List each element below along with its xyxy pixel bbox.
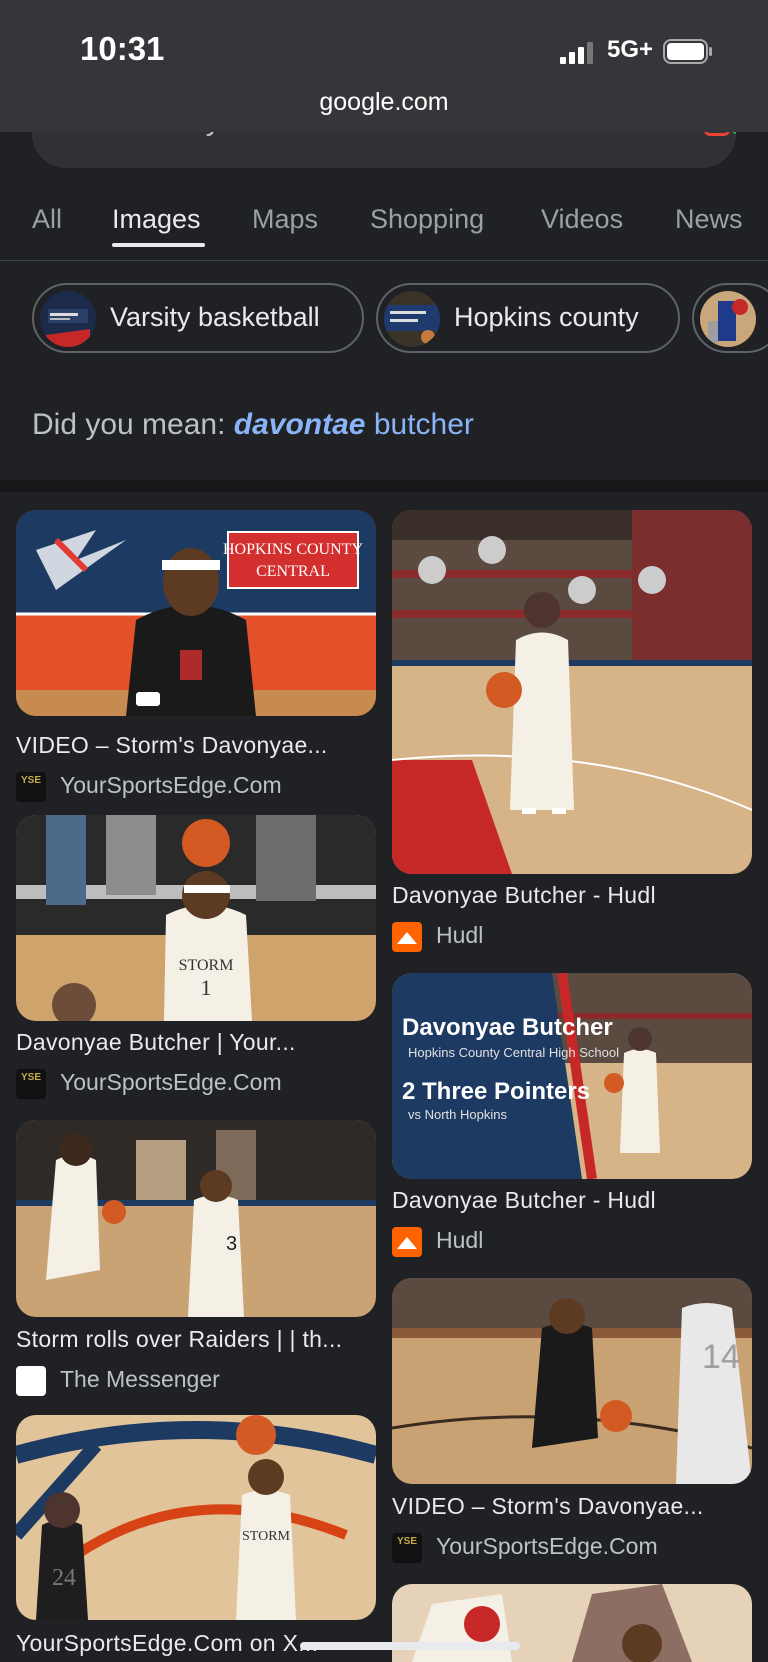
home-indicator[interactable] (300, 1642, 520, 1650)
result-source-name: Hudl (436, 922, 484, 948)
result-source[interactable]: Hudl (392, 922, 752, 954)
tab-images[interactable]: Images (112, 204, 201, 235)
jersey-number: 3 (226, 1233, 237, 1255)
chip-label: Varsity basketball (110, 302, 320, 332)
result-source[interactable]: YSE YourSportsEdge.Com (16, 1069, 376, 1101)
section-divider (0, 480, 768, 492)
yse-favicon-icon: YSE (392, 1533, 422, 1563)
tab-maps[interactable]: Maps (252, 204, 318, 235)
result-source-name: YourSportsEdge.Com (60, 1069, 282, 1095)
back-arrow-icon[interactable]: ‹ (78, 106, 87, 138)
overlay-vs: vs North Hopkins (408, 1107, 507, 1122)
result-image[interactable]: STORM 1 (16, 815, 376, 1021)
result-source[interactable]: Hudl (392, 1227, 752, 1259)
result-source[interactable]: YSE YourSportsEdge.Com (392, 1533, 752, 1565)
result-image[interactable]: HOPKINS COUNTY CENTRAL (16, 510, 376, 716)
result-title[interactable]: Storm rolls over Raiders | | th... (16, 1326, 376, 1353)
tabs-divider (0, 260, 768, 261)
search-tabs: All Images Maps Shopping Videos News (0, 190, 768, 260)
result-source-name: Hudl (436, 1227, 484, 1253)
chip-partial[interactable] (692, 283, 768, 353)
tab-videos[interactable]: Videos (541, 204, 623, 235)
result-title[interactable]: Davonyae Butcher - Hudl (392, 1187, 752, 1214)
result-source[interactable]: The Messenger (16, 1366, 376, 1398)
overlay-stat: 2 Three Pointers (402, 1078, 590, 1105)
did-you-mean: Did you mean: davontae butcher (32, 408, 474, 442)
search-input[interactable]: davonyae butcher (124, 104, 363, 138)
active-tab-indicator (112, 243, 205, 247)
yse-favicon-icon: YSE (16, 772, 46, 802)
cellular-signal-icon (560, 42, 593, 64)
result-source-name: YourSportsEdge.Com (60, 772, 282, 798)
result-image[interactable]: STORM 24 (16, 1415, 376, 1620)
result-title[interactable]: VIDEO – Storm's Davonyae... (16, 732, 376, 759)
banner-text: CENTRAL (256, 563, 330, 580)
hudl-favicon-icon (392, 1227, 422, 1257)
result-source[interactable]: YSE YourSportsEdge.Com (16, 772, 376, 804)
tab-shopping[interactable]: Shopping (370, 204, 484, 235)
result-image[interactable]: 3 (16, 1120, 376, 1317)
lens-dot (732, 126, 736, 134)
result-image[interactable]: 14 (392, 1278, 752, 1484)
lens-icon[interactable] (704, 110, 730, 136)
result-image[interactable]: Davonyae Butcher Hopkins County Central … (392, 973, 752, 1179)
tab-news[interactable]: News (675, 204, 743, 235)
yse-favicon-icon: YSE (16, 1069, 46, 1099)
chip-label: Hopkins county (454, 302, 639, 332)
result-image[interactable] (392, 1584, 752, 1662)
chip-varsity-basketball[interactable]: Varsity basketball (32, 283, 364, 353)
messenger-favicon-icon (16, 1366, 46, 1396)
battery-icon (663, 39, 712, 64)
chip-thumbnail (700, 291, 756, 347)
tab-all[interactable]: All (32, 204, 62, 235)
overlay-name: Davonyae Butcher (402, 1014, 613, 1041)
banner-text: HOPKINS COUNTY (223, 541, 363, 558)
result-title[interactable]: VIDEO – Storm's Davonyae... (392, 1493, 752, 1520)
result-image[interactable] (392, 510, 752, 874)
jersey-number: 1 (201, 975, 212, 1000)
suggestion-emph: davontae (233, 408, 366, 441)
jersey-text: STORM (179, 957, 234, 974)
result-title[interactable]: Davonyae Butcher - Hudl (392, 882, 752, 909)
chip-thumbnail (384, 291, 440, 347)
jersey-number: 24 (52, 1565, 76, 1591)
search-box[interactable]: ‹ davonyae butcher (32, 100, 736, 168)
chip-thumbnail (40, 291, 96, 347)
overlay-school: Hopkins County Central High School (408, 1045, 619, 1060)
result-title[interactable]: Davonyae Butcher | Your... (16, 1029, 376, 1056)
result-source-name: The Messenger (60, 1366, 220, 1392)
did-you-mean-prefix: Did you mean: (32, 408, 226, 441)
hudl-favicon-icon (392, 922, 422, 952)
jersey-text: STORM (242, 1529, 291, 1544)
result-source-name: YourSportsEdge.Com (436, 1533, 658, 1559)
did-you-mean-link[interactable]: davontae butcher (234, 408, 474, 441)
suggestion-rest: butcher (373, 408, 474, 441)
jersey-number: 14 (702, 1338, 740, 1376)
chip-hopkins-county[interactable]: Hopkins county (376, 283, 680, 353)
network-type: 5G+ (607, 36, 654, 63)
mic-icon[interactable] (610, 114, 628, 132)
status-time: 10:31 (80, 30, 165, 67)
